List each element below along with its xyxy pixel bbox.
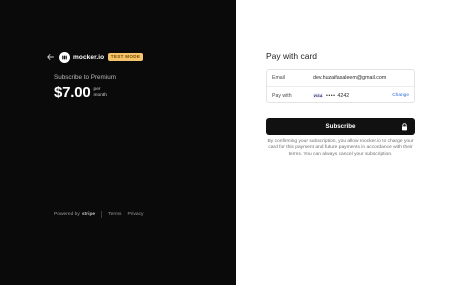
test-mode-badge: TEST MODE xyxy=(108,53,143,61)
privacy-link[interactable]: Privacy xyxy=(127,212,143,217)
visa-card-icon: VISA xyxy=(313,93,323,98)
subscription-consent-text: By confirming your subscription, you all… xyxy=(267,139,414,157)
subscribe-button-label: Subscribe xyxy=(325,123,356,130)
order-summary-panel: mocker.io TEST MODE Subscribe to Premium… xyxy=(0,0,236,285)
brand-logo-icon xyxy=(59,51,70,63)
card-mask-dots: •••• xyxy=(326,92,336,99)
price-period-line2: month xyxy=(93,92,107,98)
payment-details-box: Email dev.huzaifasaleem@gmail.com Pay wi… xyxy=(266,69,415,103)
left-footer: Powered by stripe Terms Privacy xyxy=(54,211,150,218)
footer-divider xyxy=(101,211,103,218)
pay-with-label: Pay with xyxy=(272,92,292,99)
powered-by-stripe[interactable]: Powered by stripe xyxy=(54,212,95,217)
terms-link[interactable]: Terms xyxy=(108,212,121,217)
price-period: per month xyxy=(94,87,107,98)
payment-title: Pay with card xyxy=(266,51,318,61)
pay-with-row: Pay with VISA •••• 4242 Change xyxy=(267,87,414,104)
price-period-line1: per xyxy=(93,86,101,92)
email-row: Email dev.huzaifasaleem@gmail.com xyxy=(267,70,414,87)
card-last4: 4242 xyxy=(337,92,350,99)
email-value: dev.huzaifasaleem@gmail.com xyxy=(313,75,387,81)
brand-header: mocker.io TEST MODE xyxy=(45,50,143,64)
brand-name: mocker.io xyxy=(73,53,105,61)
stripe-logo: stripe xyxy=(81,212,96,217)
visa-card-brand: VISA xyxy=(313,93,323,98)
checkout-page: mocker.io TEST MODE Subscribe to Premium… xyxy=(0,0,474,285)
powered-by-prefix: Powered by xyxy=(54,212,80,217)
subscribe-button[interactable]: Subscribe xyxy=(266,118,415,135)
payment-panel: Pay with card Email dev.huzaifasaleem@gm… xyxy=(236,0,474,285)
email-label: Email xyxy=(272,75,285,81)
card-number-masked: •••• 4242 xyxy=(326,93,349,99)
product-label: Subscribe to Premium xyxy=(54,74,116,81)
change-payment-link[interactable]: Change xyxy=(392,93,409,98)
back-arrow-icon[interactable] xyxy=(45,52,55,62)
price-display: $7.00 per month xyxy=(54,85,107,100)
lock-icon xyxy=(401,123,408,131)
price-amount: $7.00 xyxy=(54,84,91,101)
